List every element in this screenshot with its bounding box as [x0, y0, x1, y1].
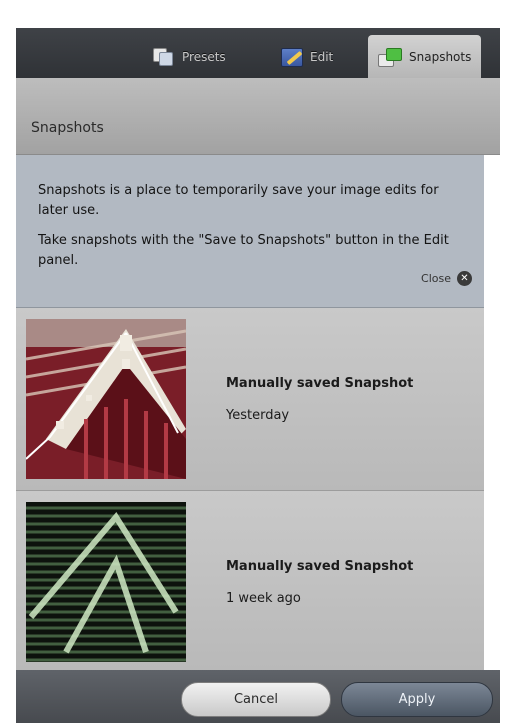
- striped-green-pattern: [26, 502, 186, 662]
- tab-edit[interactable]: Edit: [281, 36, 333, 78]
- footer-bar: Cancel Apply: [16, 670, 500, 723]
- info-box: Snapshots is a place to temporarily save…: [16, 155, 484, 308]
- apply-button[interactable]: Apply: [341, 682, 493, 717]
- scrollbar[interactable]: [484, 155, 500, 670]
- snapshots-panel: Presets Edit Snapshots Snapshots Snapsho…: [16, 0, 500, 723]
- tab-snapshots[interactable]: Snapshots: [368, 35, 482, 78]
- presets-icon: [153, 48, 175, 66]
- close-icon: ✕: [457, 271, 472, 286]
- close-label: Close: [421, 272, 451, 285]
- snapshot-title: Manually saved Snapshot: [226, 559, 414, 574]
- edit-icon: [281, 47, 303, 67]
- snapshot-thumbnail: [26, 502, 186, 662]
- tab-presets-label: Presets: [182, 50, 226, 64]
- tab-presets[interactable]: Presets: [153, 36, 226, 78]
- tab-edit-label: Edit: [310, 50, 334, 64]
- tab-snapshots-label: Snapshots: [409, 49, 472, 64]
- snapshot-date: Yesterday: [226, 408, 290, 423]
- cancel-button[interactable]: Cancel: [181, 682, 331, 717]
- pagoda-roof-photo: [26, 319, 186, 479]
- info-text-1: Snapshots is a place to temporarily save…: [38, 183, 439, 218]
- tab-bar: Presets Edit Snapshots: [16, 28, 500, 78]
- panel-header: Snapshots: [16, 78, 500, 155]
- snapshot-thumbnail: [26, 319, 186, 479]
- snapshots-icon: [378, 47, 402, 67]
- snapshot-item[interactable]: Manually saved Snapshot 1 week ago: [16, 491, 484, 671]
- info-text-2: Take snapshots with the "Save to Snapsho…: [38, 233, 449, 268]
- page-title: Snapshots: [31, 120, 104, 136]
- close-button[interactable]: Close ✕: [421, 271, 472, 286]
- snapshot-item[interactable]: Manually saved Snapshot Yesterday: [16, 308, 484, 491]
- snapshot-date: 1 week ago: [226, 591, 301, 606]
- snapshot-title: Manually saved Snapshot: [226, 376, 414, 391]
